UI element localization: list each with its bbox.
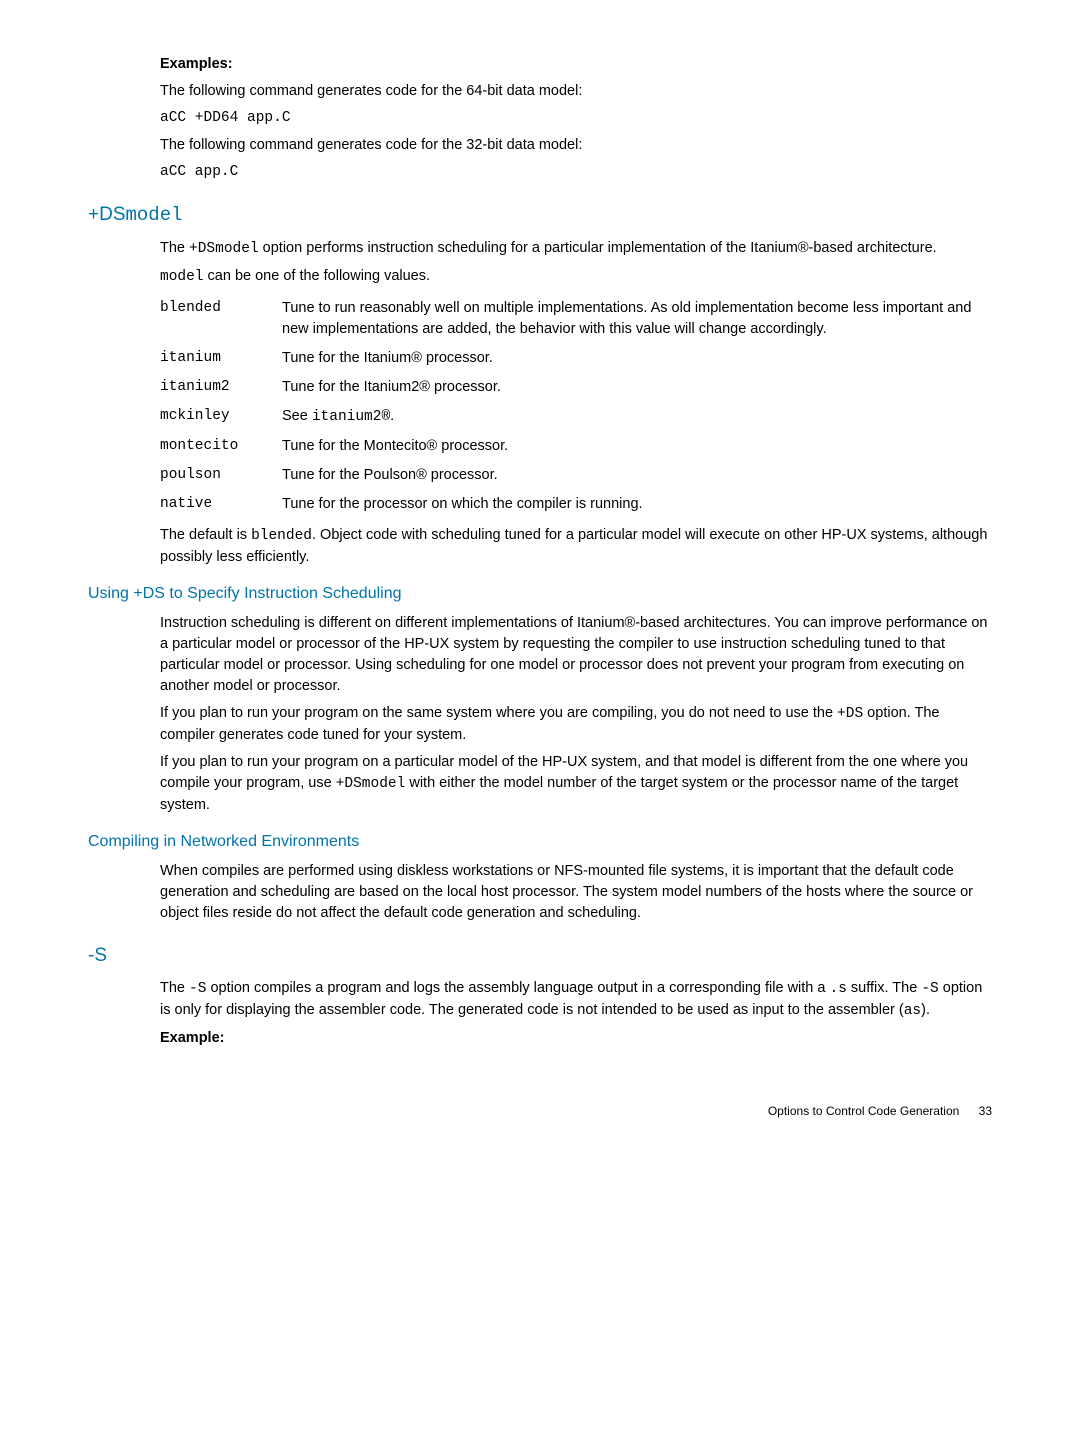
desc-montecito: Tune for the Montecito® processor. — [282, 432, 992, 461]
table-row: mckinley See itanium2®. — [160, 402, 992, 432]
desc-mckinley: See itanium2®. — [282, 402, 992, 432]
using-ds-p2-prefix: If you plan to run your program on the s… — [160, 705, 837, 721]
dsmodel-model-intro-rest: can be one of the following values. — [204, 268, 431, 284]
dsmodel-default: The default is blended. Object code with… — [160, 525, 992, 568]
desc-mckinley-suffix: . — [390, 408, 394, 424]
desc-blended: Tune to run reasonably well on multiple … — [282, 294, 992, 344]
table-row: itanium2 Tune for the Itanium2® processo… — [160, 373, 992, 402]
desc-itanium2: Tune for the Itanium2® processor. — [282, 373, 992, 402]
desc-poulson: Tune for the Poulson® processor. — [282, 461, 992, 490]
page-footer: Options to Control Code Generation 33 — [88, 1103, 992, 1120]
s-p1-prefix: The — [160, 980, 189, 996]
term-itanium: itanium — [160, 344, 282, 373]
footer-page: 33 — [979, 1104, 992, 1118]
term-itanium2: itanium2 — [160, 373, 282, 402]
using-ds-p1: Instruction scheduling is different on d… — [160, 613, 992, 697]
s-option-heading: -S — [88, 942, 992, 970]
footer-text: Options to Control Code Generation — [768, 1104, 959, 1118]
examples-heading: Examples: — [160, 54, 992, 75]
using-ds-p2: If you plan to run your program on the s… — [160, 703, 992, 746]
model-table: blended Tune to run reasonably well on m… — [160, 294, 992, 519]
examples-code2: aCC app.C — [160, 162, 992, 183]
dsmodel-default-prefix: The default is — [160, 527, 251, 543]
examples-code1: aCC +DD64 app.C — [160, 108, 992, 129]
examples-line2: The following command generates code for… — [160, 135, 992, 156]
dsmodel-heading-prefix: +DS — [88, 204, 126, 225]
examples-line1: The following command generates code for… — [160, 81, 992, 102]
term-poulson: poulson — [160, 461, 282, 490]
table-row: itanium Tune for the Itanium® processor. — [160, 344, 992, 373]
using-ds-p3: If you plan to run your program on a par… — [160, 752, 992, 816]
s-p1-code4: as — [904, 1003, 921, 1019]
dsmodel-intro-code: +DSmodel — [189, 241, 259, 257]
using-ds-heading: Using +DS to Specify Instruction Schedul… — [88, 582, 992, 605]
table-row: poulson Tune for the Poulson® processor. — [160, 461, 992, 490]
s-p1-code1: -S — [189, 981, 206, 997]
using-ds-p3-code: +DSmodel — [336, 776, 406, 792]
s-p1-suffix: ). — [921, 1002, 930, 1018]
dsmodel-intro: The +DSmodel option performs instruction… — [160, 238, 992, 260]
desc-mckinley-code: itanium2® — [312, 409, 390, 425]
term-blended: blended — [160, 294, 282, 344]
s-option-p1: The -S option compiles a program and log… — [160, 978, 992, 1022]
networked-heading: Compiling in Networked Environments — [88, 830, 992, 853]
dsmodel-intro-rest: option performs instruction scheduling f… — [259, 240, 937, 256]
s-example-heading: Example: — [160, 1028, 992, 1049]
dsmodel-heading: +DSmodel — [88, 201, 992, 230]
desc-mckinley-prefix: See — [282, 408, 312, 424]
dsmodel-heading-mono: model — [126, 204, 183, 226]
dsmodel-default-code: blended — [251, 528, 312, 544]
table-row: blended Tune to run reasonably well on m… — [160, 294, 992, 344]
term-mckinley: mckinley — [160, 402, 282, 432]
networked-p1: When compiles are performed using diskle… — [160, 861, 992, 924]
dsmodel-model-intro-code: model — [160, 269, 204, 285]
table-row: native Tune for the processor on which t… — [160, 490, 992, 519]
s-p1-mid2: suffix. The — [847, 980, 921, 996]
s-p1-mid1: option compiles a program and logs the a… — [206, 980, 829, 996]
dsmodel-intro-prefix: The — [160, 240, 189, 256]
desc-itanium: Tune for the Itanium® processor. — [282, 344, 992, 373]
using-ds-p2-code: +DS — [837, 706, 863, 722]
dsmodel-model-intro: model can be one of the following values… — [160, 266, 992, 288]
s-p1-code2: .s — [830, 981, 847, 997]
term-native: native — [160, 490, 282, 519]
table-row: montecito Tune for the Montecito® proces… — [160, 432, 992, 461]
desc-native: Tune for the processor on which the comp… — [282, 490, 992, 519]
s-p1-code3: -S — [921, 981, 938, 997]
term-montecito: montecito — [160, 432, 282, 461]
